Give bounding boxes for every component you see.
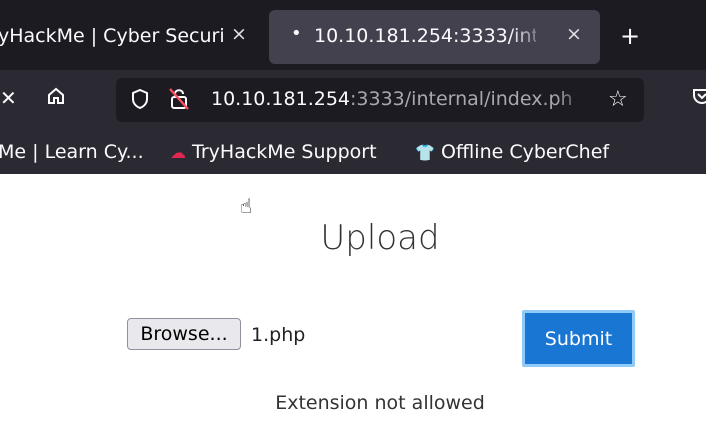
tab-close-icon[interactable]: × (566, 23, 582, 45)
shield-icon[interactable] (130, 88, 150, 115)
tab-strip: yHackMe | Cyber Securi × • 10.10.181.254… (0, 0, 706, 70)
chef-icon: 👕 (415, 143, 435, 162)
bookmarks-toolbar: Me | Learn Cy... ☁ TryHackMe Support 👕 O… (0, 132, 706, 174)
home-icon[interactable] (46, 86, 66, 111)
url-bar[interactable]: 10.10.181.254:3333/internal/index.ph ☆ (116, 78, 644, 122)
new-tab-button[interactable]: + (620, 22, 640, 50)
tab-active-upload[interactable]: • 10.10.181.254:3333/inter × (269, 10, 600, 64)
browse-button[interactable]: Browse... (127, 318, 241, 350)
hand-cursor-icon: ☝ (240, 194, 253, 218)
bookmark-label: Offline CyberChef (440, 141, 610, 163)
tab-close-icon[interactable]: × (231, 23, 247, 45)
browser-chrome: yHackMe | Cyber Securi × • 10.10.181.254… (0, 0, 706, 174)
star-icon[interactable]: ☆ (608, 87, 628, 112)
page-title: Upload (320, 218, 440, 258)
bookmark-offline-cyberchef[interactable]: 👕 Offline CyberChef (415, 141, 609, 163)
navigation-bar: ✕ 10.10.181.254:3333/internal/index.ph ☆ (0, 70, 706, 132)
url-text[interactable]: 10.10.181.254:3333/internal/index.ph (211, 88, 581, 110)
pocket-icon[interactable] (692, 86, 706, 111)
tab-title: yHackMe | Cyber Securi (0, 25, 225, 47)
status-message: Extension not allowed (275, 392, 485, 414)
page-content: ☝ Upload Browse... 1.php Submit Extensio… (0, 174, 706, 430)
bookmark-learn-cyber[interactable]: Me | Learn Cy... (0, 141, 144, 163)
tab-tryhackme[interactable]: yHackMe | Cyber Securi × (0, 10, 256, 64)
cloud-icon: ☁ (170, 143, 186, 162)
tab-title: 10.10.181.254:3333/inter (314, 25, 536, 47)
insecure-lock-icon[interactable] (168, 87, 190, 116)
bookmark-tryhackme-support[interactable]: ☁ TryHackMe Support (170, 141, 377, 163)
stop-icon[interactable]: ✕ (0, 86, 17, 110)
bookmark-label: TryHackMe Support (192, 141, 377, 163)
tab-attention-dot: • (291, 23, 302, 44)
selected-file-name: 1.php (251, 324, 306, 346)
submit-button[interactable]: Submit (522, 310, 635, 367)
